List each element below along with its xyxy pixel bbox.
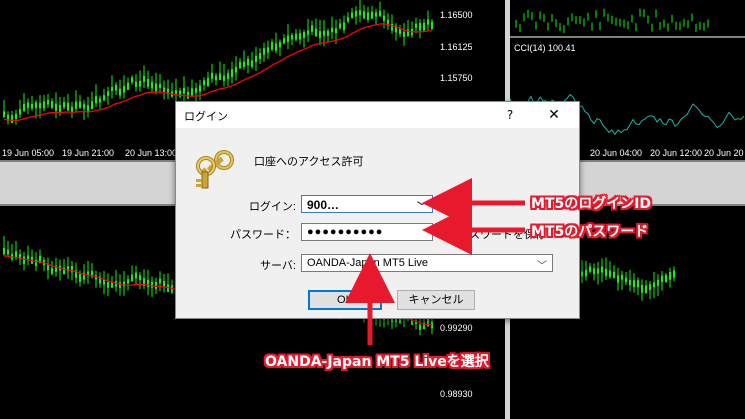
- annotation-login-id: MT5のログインID: [531, 196, 652, 212]
- annotation-password: MT5のパスワード: [531, 224, 649, 240]
- annotation-server: OANDA-Japan MT5 Liveを選択: [265, 354, 489, 370]
